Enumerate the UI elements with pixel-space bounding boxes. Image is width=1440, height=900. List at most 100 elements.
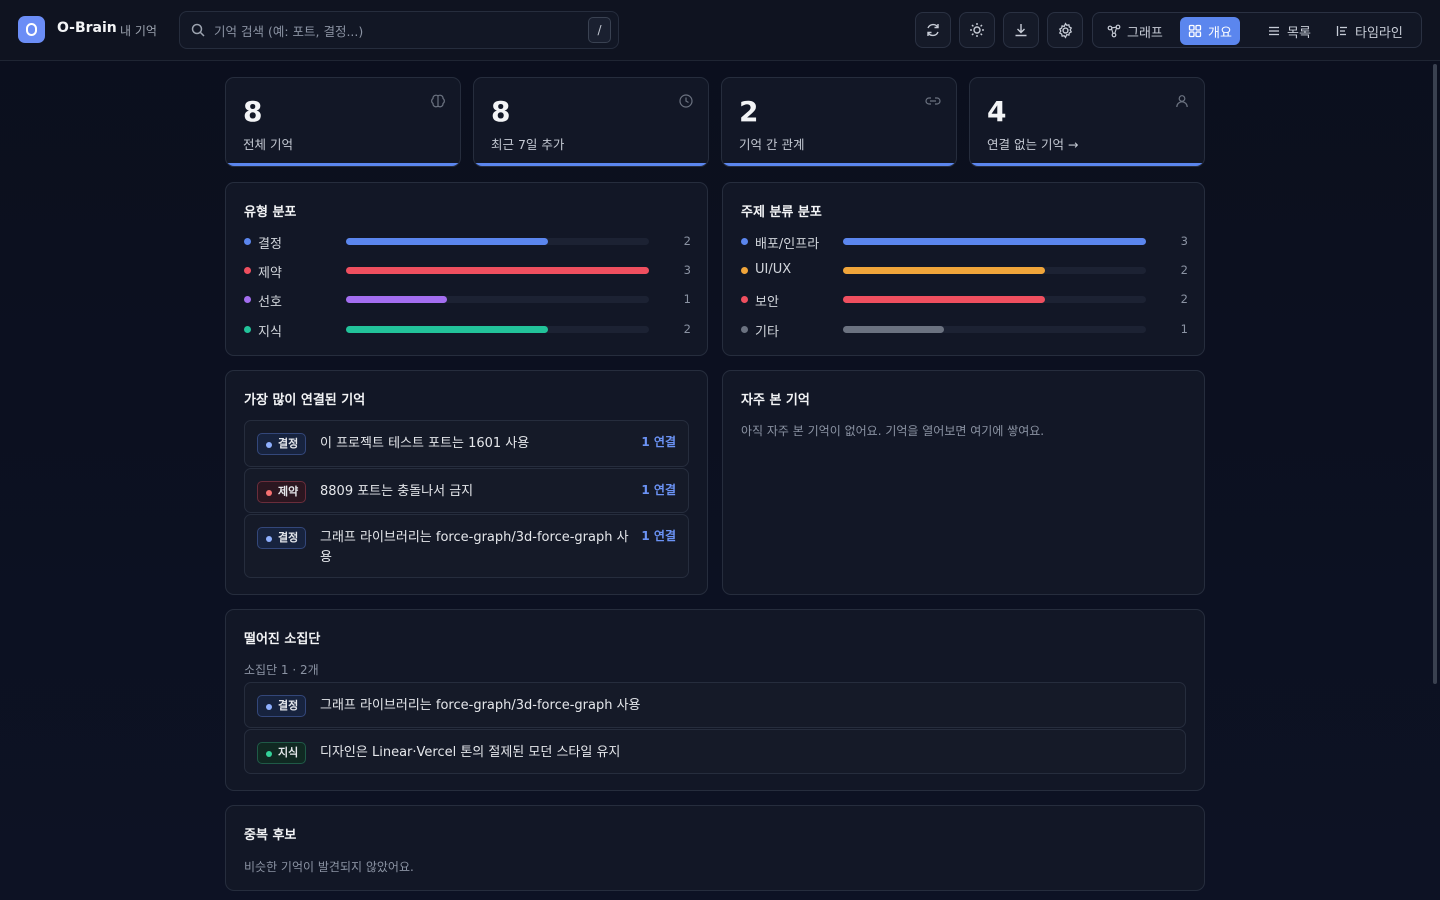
memory-item[interactable]: 결정 그래프 라이브러리는 force-graph/3d-force-graph…	[244, 514, 689, 578]
download-icon	[1015, 24, 1027, 37]
isolated-clusters-panel: 떨어진 소집단 소집단 1 · 2개 결정 그래프 라이브러리는 force-g…	[225, 609, 1205, 791]
clock-icon	[679, 94, 693, 108]
empty-message: 아직 자주 본 기억이 없어요. 기억을 열어보면 여기에 쌓여요.	[741, 424, 1045, 438]
timeline-icon	[1336, 26, 1347, 36]
cluster-subtitle: 소집단 1 · 2개	[244, 663, 319, 677]
color-dot	[741, 267, 748, 274]
row-label: 지식	[258, 325, 282, 340]
panel-title: 가장 많이 연결된 기억	[244, 393, 366, 408]
panel-title: 유형 분포	[244, 205, 297, 220]
type-badge: 결정	[257, 695, 307, 717]
app-logo[interactable]	[18, 16, 45, 43]
bar-fill	[843, 238, 1146, 245]
row-count: 2	[1180, 292, 1188, 306]
stat-label: 전체 기억	[243, 137, 293, 152]
stat-accent-bar	[970, 163, 1204, 166]
view-tab-label: 그래프	[1127, 25, 1163, 41]
stat-label: 연결 없는 기억 →	[987, 137, 1079, 152]
distribution-row: 결정 2	[244, 233, 691, 252]
bar-fill	[843, 267, 1045, 274]
scrollbar-thumb[interactable]	[1433, 64, 1437, 684]
memory-item[interactable]: 제약 8809 포트는 충돌나서 금지 1 연결	[244, 468, 689, 513]
type-badge: 지식	[257, 742, 307, 764]
type-badge: 결정	[257, 527, 307, 549]
graph-icon	[1107, 24, 1121, 38]
row-count: 2	[1180, 263, 1188, 277]
bar-track	[346, 238, 649, 245]
memory-text: 8809 포트는 충돌나서 금지	[320, 484, 474, 499]
color-dot	[244, 326, 251, 333]
distribution-row: 선호 1	[244, 291, 691, 310]
bar-track	[843, 296, 1146, 303]
stat-card-recent: 8 최근 7일 추가	[473, 77, 709, 167]
color-dot	[244, 296, 251, 303]
most-connected-panel: 가장 많이 연결된 기억 결정 이 프로젝트 테스트 포트는 1601 사용 1…	[225, 370, 708, 595]
bar-fill	[346, 296, 447, 303]
row-label: 제약	[258, 266, 282, 281]
memory-item[interactable]: 결정 그래프 라이브러리는 force-graph/3d-force-graph…	[244, 682, 1186, 728]
memory-item[interactable]: 지식 디자인은 Linear·Vercel 톤의 절제된 모던 스타일 유지	[244, 729, 1186, 774]
color-dot	[741, 326, 748, 333]
user-icon	[1176, 95, 1188, 108]
gear-icon	[1058, 21, 1072, 39]
row-count: 3	[683, 263, 691, 277]
bar-track	[843, 238, 1146, 245]
row-label: 보안	[755, 295, 779, 310]
row-label: 결정	[258, 237, 282, 252]
search-shortcut-key: /	[588, 17, 611, 43]
stat-label: 최근 7일 추가	[491, 137, 565, 152]
type-distribution-panel: 유형 분포 결정 2 제약 3 선호 1 지식 2	[225, 182, 708, 356]
brain-icon	[431, 94, 445, 108]
view-tab-graph[interactable]: 그래프	[1099, 17, 1171, 45]
bar-track	[346, 267, 649, 274]
stat-value: 2	[739, 95, 759, 128]
memory-text: 그래프 라이브러리는 force-graph/3d-force-graph 사용	[320, 530, 629, 565]
row-label: 기타	[755, 325, 779, 340]
bar-fill	[843, 326, 944, 333]
search-box[interactable]: /	[179, 11, 619, 49]
bar-track	[843, 326, 1146, 333]
row-count: 2	[683, 234, 691, 248]
panel-title: 자주 본 기억	[741, 393, 810, 408]
distribution-row: 지식 2	[244, 321, 691, 340]
bar-fill	[346, 326, 548, 333]
color-dot	[244, 238, 251, 245]
stat-card-orphans[interactable]: 4 연결 없는 기억 →	[969, 77, 1205, 167]
list-icon	[1269, 26, 1279, 36]
download-button[interactable]	[1003, 12, 1039, 48]
distribution-row: 기타 1	[741, 321, 1188, 340]
panel-title: 주제 분류 분포	[741, 205, 822, 220]
distribution-row: 보안 2	[741, 291, 1188, 310]
bar-fill	[346, 238, 548, 245]
theme-toggle-button[interactable]	[959, 12, 995, 48]
stat-value: 8	[491, 95, 511, 128]
memory-text: 디자인은 Linear·Vercel 톤의 절제된 모던 스타일 유지	[320, 745, 621, 760]
memory-text: 이 프로젝트 테스트 포트는 1601 사용	[320, 436, 530, 451]
memory-text: 그래프 라이브러리는 force-graph/3d-force-graph 사용	[320, 698, 641, 713]
row-label: 선호	[258, 295, 282, 310]
panel-title: 떨어진 소집단	[244, 632, 321, 647]
search-icon	[191, 23, 205, 37]
view-tab-overview[interactable]: 개요	[1180, 17, 1240, 45]
view-tab-timeline[interactable]: 타임라인	[1327, 17, 1411, 45]
memory-item[interactable]: 결정 이 프로젝트 테스트 포트는 1601 사용 1 연결	[244, 420, 689, 467]
row-label: UI/UX	[755, 262, 792, 277]
link-icon	[925, 97, 941, 105]
stat-label: 기억 간 관계	[739, 137, 805, 152]
row-count: 2	[683, 322, 691, 336]
view-switcher: 그래프 개요 목록 타임라인	[1092, 12, 1422, 48]
panel-title: 중복 후보	[244, 828, 297, 843]
row-count: 1	[1180, 322, 1188, 336]
settings-button[interactable]	[1047, 12, 1083, 48]
row-count: 1	[683, 292, 691, 306]
empty-message: 비슷한 기억이 발견되지 않았어요.	[244, 860, 414, 874]
stat-value: 4	[987, 95, 1007, 128]
grid-icon	[1188, 24, 1202, 38]
bar-track	[346, 296, 649, 303]
search-input[interactable]	[214, 20, 574, 42]
refresh-button[interactable]	[915, 12, 951, 48]
view-tab-label: 타임라인	[1355, 25, 1403, 41]
link-count: 1 연결	[641, 435, 676, 449]
view-tab-list[interactable]: 목록	[1259, 17, 1319, 45]
view-tab-label: 목록	[1287, 25, 1311, 41]
